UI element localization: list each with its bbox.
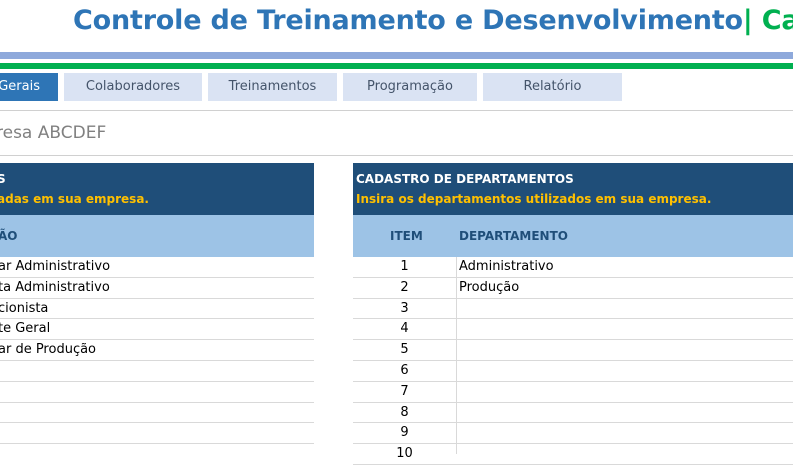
table-row[interactable]: 7 [353,382,793,403]
positions-list: ar Administrativo ta Administrativo cion… [0,257,314,445]
tab-relatorio[interactable]: Relatório [483,73,622,101]
title-subtitle: Cadastro [761,5,793,36]
table-row[interactable]: ta Administrativo [0,278,314,299]
positions-column-header: ÃO [0,215,314,257]
department-cell: Administrativo [459,259,554,274]
item-number: 4 [400,321,409,337]
table-row[interactable] [0,423,314,445]
column-divider [456,257,457,454]
position-cell: ar Administrativo [0,259,111,274]
divider [0,155,793,156]
position-column-label: ÃO [0,229,18,243]
departments-panel-description: Insira os departamentos utilizados em su… [356,192,712,206]
departments-panel-title: CADASTRO DE DEPARTAMENTOS [356,172,574,186]
table-row[interactable] [0,382,314,403]
tab-label: Relatório [523,79,582,94]
title-text: Controle de Treinamento e Desenvolviment… [73,5,743,36]
table-row[interactable]: 9 [353,423,793,445]
tab-colaboradores[interactable]: Colaboradores [64,73,202,101]
department-column-label: DEPARTAMENTO [459,229,568,243]
department-cell: Produção [459,279,520,295]
position-cell: ta Administrativo [0,279,110,295]
item-number: 5 [400,342,409,358]
table-row[interactable]: cionista [0,299,314,320]
position-cell: cionista [0,300,49,316]
item-number: 9 [400,425,409,441]
company-name: resa ABCDEF [0,123,107,143]
departments-column-header: ITEM DEPARTAMENTO [353,215,793,257]
departments-list: 1 Administrativo 2 Produção 3 4 5 6 7 8 9 … [353,257,793,465]
divider [0,110,793,111]
table-row[interactable] [0,403,314,424]
table-row[interactable]: 10 [353,444,793,465]
item-number: 6 [400,362,409,378]
item-number: 1 [400,259,409,274]
item-number: 8 [400,404,409,420]
table-row[interactable]: 5 [353,340,793,361]
item-number: 2 [400,279,409,295]
positions-panel-title: S [0,172,6,186]
tab-label: Programação [367,79,453,94]
table-row[interactable]: 2 Produção [353,278,793,299]
table-row[interactable]: te Geral [0,319,314,341]
tab-label: Gerais [0,79,40,94]
header-stripe-blue [0,52,793,59]
header-stripe-green [0,63,793,69]
tab-gerais[interactable]: Gerais [0,73,58,101]
table-row[interactable] [0,361,314,382]
tab-label: Treinamentos [228,79,317,94]
table-row[interactable]: 1 Administrativo [353,257,793,278]
table-row[interactable]: ar Administrativo [0,257,314,278]
tab-treinamentos[interactable]: Treinamentos [208,73,337,101]
page-title: Controle de Treinamento e Desenvolviment… [73,5,793,36]
app-header: Controle de Treinamento e Desenvolviment… [0,0,793,46]
positions-panel-header: S adas em sua empresa. [0,163,314,215]
tab-programacao[interactable]: Programação [343,73,477,101]
table-row[interactable]: 6 [353,361,793,382]
position-cell: te Geral [0,321,51,337]
tab-bar: Gerais Colaboradores Treinamentos Progra… [0,73,793,101]
table-row[interactable]: 8 [353,403,793,424]
item-column-label: ITEM [390,229,423,243]
item-number: 3 [400,300,409,316]
departments-panel-header: CADASTRO DE DEPARTAMENTOS Insira os depa… [353,163,793,215]
table-row[interactable]: 4 [353,319,793,341]
item-number: 7 [400,383,409,399]
title-separator: | [742,5,753,36]
positions-panel-description: adas em sua empresa. [0,192,149,206]
position-cell: ar de Produção [0,342,97,358]
table-row[interactable]: ar de Produção [0,340,314,361]
tab-label: Colaboradores [85,79,181,94]
table-row[interactable]: 3 [353,299,793,320]
